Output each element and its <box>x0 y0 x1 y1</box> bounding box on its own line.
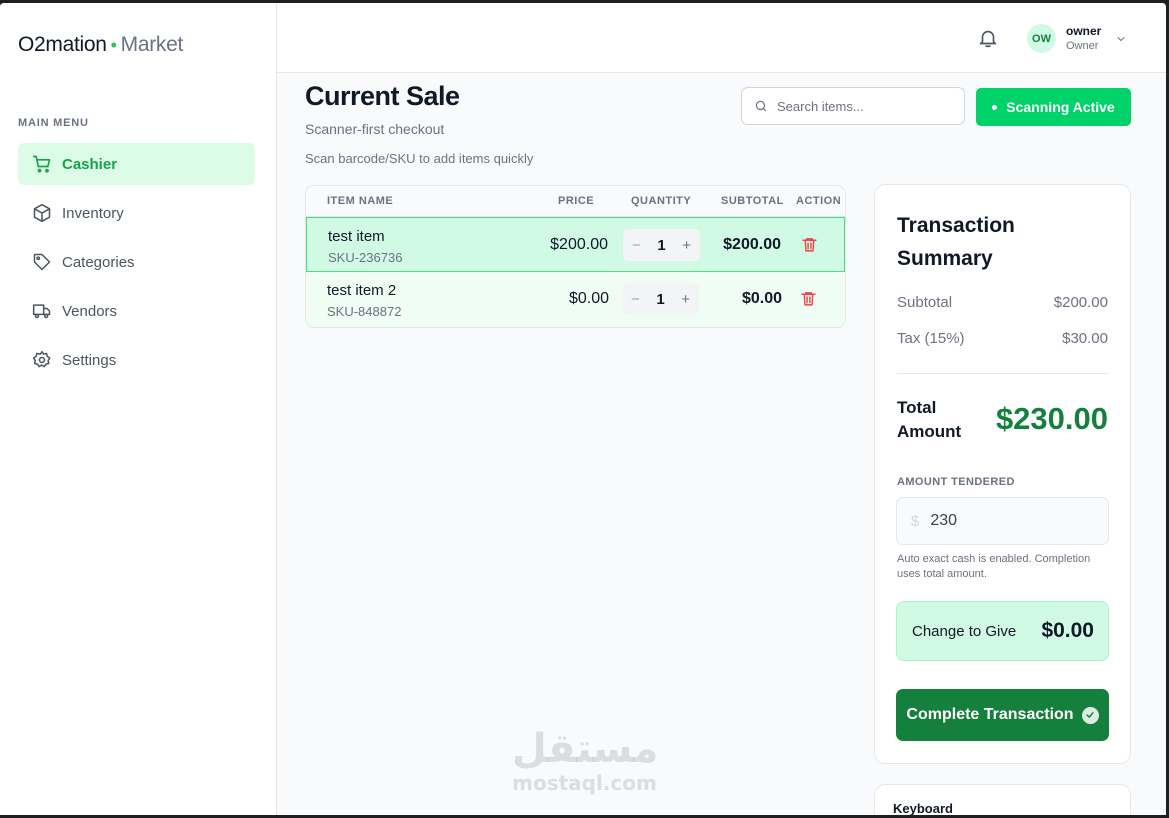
complete-transaction-label: Complete Transaction <box>906 706 1074 723</box>
quantity-stepper: − 1 + <box>622 283 699 315</box>
sidebar-item-settings[interactable]: Settings <box>18 339 255 381</box>
page-title: Current Sale <box>305 81 460 111</box>
watermark: مستقل mostaql.com <box>512 726 659 795</box>
increase-quantity-button[interactable]: + <box>682 237 691 254</box>
bell-icon[interactable] <box>977 27 999 49</box>
top-header: OW owner Owner <box>277 3 1166 73</box>
brand-suffix: Market <box>120 33 184 56</box>
chevron-down-icon[interactable] <box>1115 33 1127 45</box>
main-menu-title: MAIN MENU <box>18 117 89 129</box>
app-window: O2mation • Market MAIN MENU Cashier Invent… <box>0 3 1166 815</box>
column-quantity: QUANTITY <box>631 195 692 207</box>
decrease-quantity-button[interactable]: − <box>632 237 641 254</box>
page-hint: Scan barcode/SKU to add items quickly <box>305 151 534 166</box>
total-amount-value: $230.00 <box>995 401 1108 436</box>
quantity-stepper: − 1 + <box>623 229 700 261</box>
scanning-active-label: Scanning Active <box>1006 99 1115 115</box>
quantity-value: 1 <box>656 290 665 308</box>
amount-tendered-label: AMOUNT TENDERED <box>897 476 1015 488</box>
table-row[interactable]: test item SKU-236736 $200.00 − 1 + $200.… <box>306 217 845 272</box>
sidebar-item-vendors[interactable]: Vendors <box>18 290 255 332</box>
quantity-value: 1 <box>657 236 666 254</box>
increase-quantity-button[interactable]: + <box>681 291 690 308</box>
brand-dot: • <box>110 35 117 55</box>
sidebar-item-label: Categories <box>62 253 135 271</box>
column-subtotal: SUBTOTAL <box>721 195 784 207</box>
item-subtotal: $200.00 <box>723 236 781 253</box>
watermark-latin: mostaql.com <box>512 771 657 795</box>
tax-label: Tax (15%) <box>897 330 965 347</box>
trash-icon[interactable] <box>801 236 818 253</box>
app-logo[interactable]: O2mation • Market <box>18 33 183 57</box>
avatar[interactable]: OW <box>1027 24 1056 53</box>
check-circle-icon <box>1081 706 1099 724</box>
complete-transaction-button[interactable]: Complete Transaction <box>896 689 1109 741</box>
search-input[interactable] <box>777 98 947 114</box>
items-table: ITEM NAME PRICE QUANTITY SUBTOTAL ACTION… <box>305 185 846 328</box>
truck-icon <box>32 304 51 319</box>
sidebar-item-label: Cashier <box>62 155 118 173</box>
summary-divider <box>897 373 1108 374</box>
item-price: $200.00 <box>550 236 608 253</box>
sidebar: O2mation • Market MAIN MENU Cashier Invent… <box>0 3 277 815</box>
user-role: Owner <box>1066 40 1099 52</box>
total-amount-label: Total Amount <box>897 398 962 441</box>
summary-title: Transaction Summary <box>897 214 1015 270</box>
currency-symbol: $ <box>911 512 920 530</box>
sidebar-item-label: Inventory <box>62 204 124 222</box>
brand-name: O2mation <box>18 33 107 56</box>
auto-cash-note: Auto exact cash is enabled. Completion u… <box>897 553 1091 580</box>
change-label: Change to Give <box>912 623 1017 640</box>
item-name: test item <box>328 228 385 245</box>
amount-tendered-input[interactable] <box>930 512 1081 530</box>
subtotal-row: Subtotal $200.00 <box>897 294 1108 311</box>
item-sku: SKU-236736 <box>328 250 403 265</box>
sidebar-item-label: Settings <box>62 351 117 369</box>
tax-value: $30.00 <box>1062 330 1108 347</box>
tax-row: Tax (15%) $30.00 <box>897 330 1108 347</box>
sidebar-item-inventory[interactable]: Inventory <box>18 192 255 234</box>
trash-icon[interactable] <box>800 290 817 307</box>
item-name: test item 2 <box>327 282 397 299</box>
watermark-arabic: مستقل <box>512 726 659 772</box>
transaction-summary: Transaction Summary Subtotal $200.00 Tax… <box>874 184 1131 764</box>
subtotal-value: $200.00 <box>1053 294 1108 311</box>
user-name[interactable]: owner <box>1066 24 1101 38</box>
column-action: ACTION <box>796 195 842 207</box>
main-content: Current Sale Scanner-first checkout Scan… <box>277 73 1166 815</box>
decrease-quantity-button[interactable]: − <box>631 291 640 308</box>
sidebar-item-categories[interactable]: Categories <box>18 241 255 283</box>
gear-icon <box>32 350 51 368</box>
change-to-give-box: Change to Give $0.00 <box>896 601 1109 661</box>
status-dot <box>992 104 998 110</box>
sidebar-item-label: Vendors <box>62 302 118 320</box>
keyboard-card: Keyboard <box>874 784 1131 815</box>
table-row[interactable]: test item 2 SKU-848872 $0.00 − 1 + $0.00 <box>306 272 845 327</box>
tag-icon <box>33 253 51 271</box>
cart-icon <box>32 155 51 173</box>
subtotal-label: Subtotal <box>897 294 953 311</box>
box-icon <box>33 203 51 223</box>
page-subtitle: Scanner-first checkout <box>305 121 445 137</box>
scanning-active-button[interactable]: Scanning Active <box>976 88 1131 126</box>
amount-tendered-field[interactable]: $ <box>896 497 1109 545</box>
column-price: PRICE <box>558 195 595 207</box>
search-box[interactable] <box>741 87 965 125</box>
search-icon <box>755 100 767 112</box>
item-sku: SKU-848872 <box>327 304 402 319</box>
change-value: $0.00 <box>1041 619 1094 642</box>
column-item-name: ITEM NAME <box>327 195 394 207</box>
table-header: ITEM NAME PRICE QUANTITY SUBTOTAL ACTION <box>306 186 845 217</box>
item-price: $0.00 <box>568 290 609 307</box>
sidebar-item-cashier[interactable]: Cashier <box>18 143 255 185</box>
sidebar-nav: Cashier Inventory Categories Vendors Set… <box>18 143 255 388</box>
keyboard-title: Keyboard <box>893 801 953 815</box>
item-subtotal: $0.00 <box>741 290 782 307</box>
